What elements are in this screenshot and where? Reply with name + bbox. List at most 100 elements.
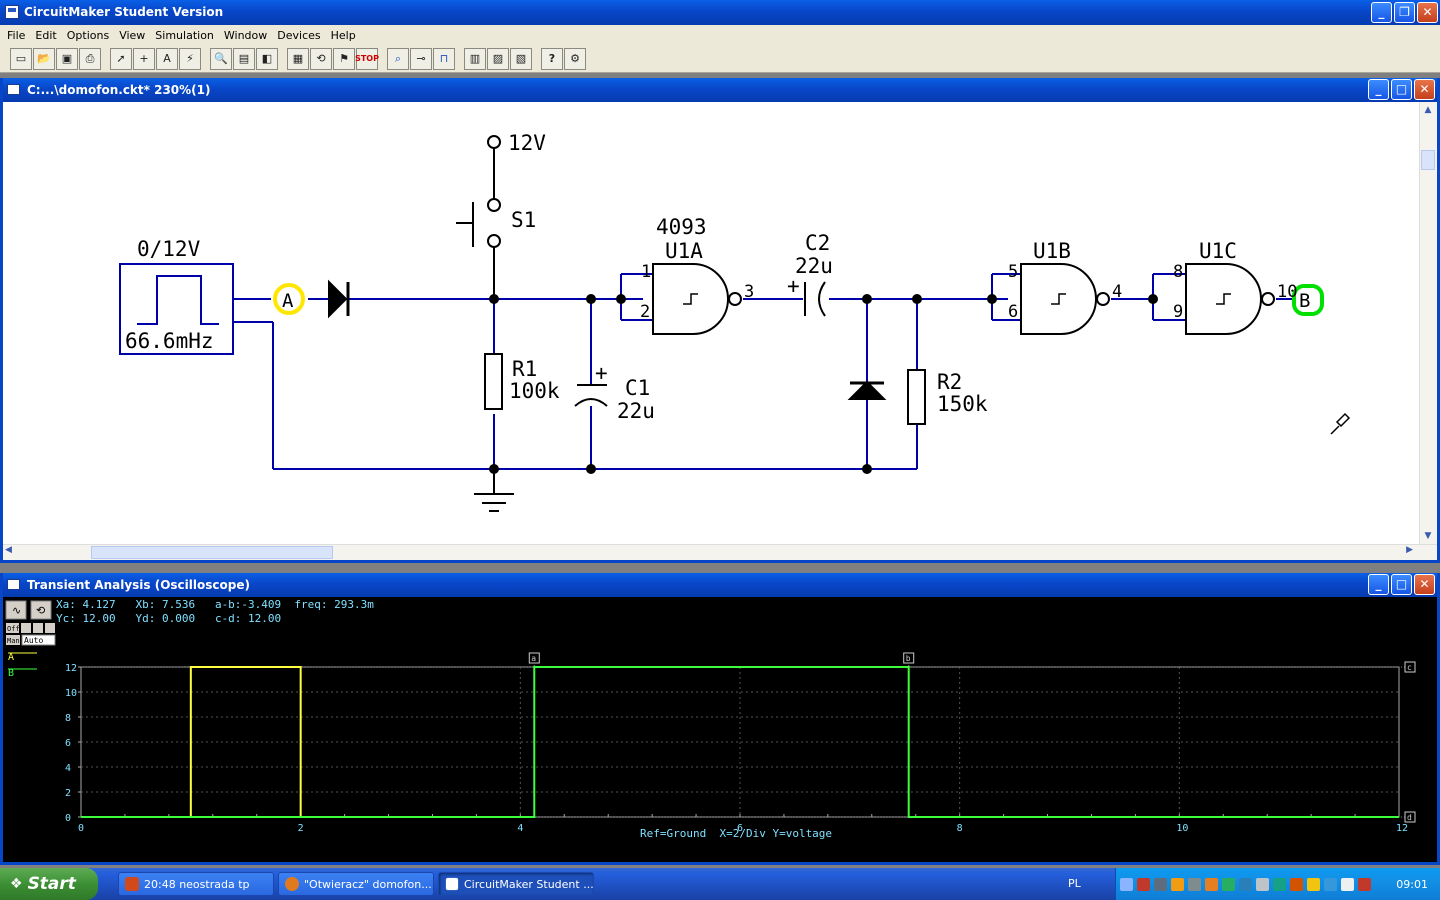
taskbar-button-neostrada[interactable]: 20:48 neostrada tp bbox=[118, 872, 274, 896]
oscilloscope-title-bar[interactable]: Transient Analysis (Oscilloscope) _ □ ✕ bbox=[3, 573, 1437, 597]
y-tick-label: 12 bbox=[65, 663, 77, 674]
oscilloscope-close-button[interactable]: ✕ bbox=[1414, 574, 1435, 595]
menu-edit[interactable]: Edit bbox=[30, 29, 61, 42]
tray-icon[interactable] bbox=[1137, 877, 1150, 891]
pin-2: 2 bbox=[640, 302, 650, 322]
tray-icon[interactable] bbox=[1324, 877, 1337, 891]
oscilloscope-plot[interactable]: ∿ ⟲ Off Man Auto Xa: 4.127 Xb: 7.536 a-b… bbox=[3, 597, 1437, 861]
macro-icon[interactable]: ▦ bbox=[287, 47, 309, 70]
auto-label: Auto bbox=[24, 636, 43, 645]
schematic-title-bar[interactable]: C:...\domofon.ckt* 230%(1) _ □ ✕ bbox=[3, 78, 1437, 102]
grid-icon[interactable]: ▥ bbox=[464, 47, 486, 70]
schematic-maximize-button[interactable]: □ bbox=[1391, 79, 1412, 100]
x-tick-label: 0 bbox=[78, 823, 84, 834]
taskbar-button-circuitmaker[interactable]: CircuitMaker Student ... bbox=[438, 872, 594, 896]
pin-3: 3 bbox=[744, 282, 754, 302]
zoom-icon[interactable]: 🔍 bbox=[210, 47, 232, 70]
horizontal-scroll-thumb[interactable] bbox=[91, 546, 333, 559]
pin-4: 4 bbox=[1112, 282, 1122, 302]
schematic-vertical-scrollbar[interactable]: ▲ ▼ bbox=[1419, 102, 1437, 544]
scroll-down-icon[interactable]: ▼ bbox=[1420, 528, 1436, 544]
menu-window[interactable]: Window bbox=[219, 29, 272, 42]
mirror-icon[interactable]: ◧ bbox=[256, 47, 278, 70]
menu-simulation[interactable]: Simulation bbox=[150, 29, 219, 42]
zoom-fit-icon[interactable]: ▤ bbox=[233, 47, 255, 70]
schematic-minimize-button[interactable]: _ bbox=[1368, 79, 1389, 100]
c2-name: C2 bbox=[805, 231, 830, 255]
schematic-close-button[interactable]: ✕ bbox=[1414, 79, 1435, 100]
tray-icon[interactable] bbox=[1171, 877, 1184, 891]
scroll-up-icon[interactable]: ▲ bbox=[1420, 102, 1436, 118]
help-icon[interactable]: ? bbox=[541, 47, 563, 70]
menu-devices[interactable]: Devices bbox=[272, 29, 325, 42]
tray-icon[interactable] bbox=[1120, 877, 1133, 891]
save-icon[interactable]: ▣ bbox=[56, 47, 78, 70]
tray-icon[interactable] bbox=[1273, 877, 1286, 891]
tray-icon[interactable] bbox=[1290, 877, 1303, 891]
language-indicator[interactable]: PL bbox=[1068, 877, 1081, 890]
schematic-canvas[interactable]: 12V S1 0/12V 66.6mHz A B R1 100k + C1 22… bbox=[3, 102, 1422, 544]
probe-tool-icon[interactable]: ⚡ bbox=[179, 47, 201, 70]
close-button[interactable]: ✕ bbox=[1417, 2, 1438, 23]
netlist-icon[interactable]: ▧ bbox=[510, 47, 532, 70]
chat-app-icon bbox=[125, 877, 139, 891]
probe-b-label: B bbox=[1299, 290, 1310, 312]
switch-label: S1 bbox=[511, 208, 536, 232]
clock[interactable]: 09:01 bbox=[1396, 878, 1428, 891]
tray-icon[interactable] bbox=[1307, 877, 1320, 891]
circuitmaker-icon bbox=[445, 877, 459, 891]
scroll-left-icon[interactable]: ◀ bbox=[5, 545, 12, 555]
toolbar: ▭ 📂 ▣ ⎙ ➚ + A ⚡ 🔍 ▤ ◧ ▦ ⟲ ⚑ STOP ⌕ ⊸ ⊓ ▥… bbox=[0, 45, 1440, 73]
menu-view[interactable]: View bbox=[114, 29, 150, 42]
scope-right-arrow-icon[interactable] bbox=[33, 623, 43, 633]
source-amplitude-label: 0/12V bbox=[137, 237, 201, 261]
minimize-button[interactable]: _ bbox=[1371, 2, 1392, 23]
mdi-area: C:...\domofon.ckt* 230%(1) _ □ ✕ 12V S1 … bbox=[0, 73, 1440, 868]
menu-file[interactable]: File bbox=[2, 29, 30, 42]
taskbar-button-browser[interactable]: "Otwieracz" domofon... bbox=[278, 872, 434, 896]
readout-line-2: Yc: 12.00 Yd: 0.000 c-d: 12.00 bbox=[56, 612, 281, 625]
tray-icon[interactable] bbox=[1205, 877, 1218, 891]
tray-icon[interactable] bbox=[1256, 877, 1269, 891]
print-icon[interactable]: ⎙ bbox=[79, 47, 101, 70]
restore-button[interactable]: ❐ bbox=[1394, 2, 1415, 23]
y-tick-label: 0 bbox=[65, 813, 71, 824]
readout-line-1: Xa: 4.127 Xb: 7.536 a-b:-3.409 freq: 293… bbox=[56, 598, 374, 611]
probe-icon[interactable]: ⌕ bbox=[387, 47, 409, 70]
text-tool-icon[interactable]: A bbox=[156, 47, 178, 70]
c2-value: 22u bbox=[795, 254, 833, 278]
schematic-horizontal-scrollbar[interactable]: ◀ ▶ bbox=[3, 544, 1437, 560]
oscilloscope-icon bbox=[7, 579, 20, 590]
scope-up-arrow-icon[interactable] bbox=[45, 623, 55, 633]
new-file-icon[interactable]: ▭ bbox=[10, 47, 32, 70]
tray-icon[interactable] bbox=[1188, 877, 1201, 891]
wire-tool-icon[interactable]: + bbox=[133, 47, 155, 70]
trace-icon[interactable]: ⊸ bbox=[410, 47, 432, 70]
scroll-right-icon[interactable]: ▶ bbox=[1406, 545, 1413, 555]
menu-options[interactable]: Options bbox=[62, 29, 114, 42]
oscilloscope-minimize-button[interactable]: _ bbox=[1368, 574, 1389, 595]
stop-icon[interactable]: STOP bbox=[355, 47, 379, 70]
open-folder-icon[interactable]: 📂 bbox=[33, 47, 55, 70]
scope-reset-icon: ⟲ bbox=[36, 604, 45, 617]
vertical-scroll-thumb[interactable] bbox=[1421, 150, 1435, 170]
tray-icon[interactable] bbox=[1358, 877, 1371, 891]
start-button[interactable]: ❖ Start bbox=[0, 868, 98, 900]
u1c-label: U1C bbox=[1199, 239, 1237, 263]
app-title-bar[interactable]: CircuitMaker Student Version _ ❐ ✕ bbox=[0, 0, 1440, 25]
bom-icon[interactable]: ▨ bbox=[487, 47, 509, 70]
rotate-icon[interactable]: ⟲ bbox=[310, 47, 332, 70]
menu-help[interactable]: Help bbox=[326, 29, 361, 42]
taskbar: ❖ Start 20:48 neostrada tp "Otwieracz" d… bbox=[0, 868, 1440, 900]
scope-left-arrow-icon[interactable] bbox=[21, 623, 31, 633]
windows-logo-icon: ❖ bbox=[10, 876, 23, 892]
tray-icon[interactable] bbox=[1239, 877, 1252, 891]
run-icon[interactable]: ⚑ bbox=[333, 47, 355, 70]
settings-icon[interactable]: ⚙ bbox=[564, 47, 586, 70]
waveform-icon[interactable]: ⊓ bbox=[433, 47, 455, 70]
arrow-tool-icon[interactable]: ➚ bbox=[110, 47, 132, 70]
tray-icon[interactable] bbox=[1222, 877, 1235, 891]
oscilloscope-maximize-button[interactable]: □ bbox=[1391, 574, 1412, 595]
tray-icon[interactable] bbox=[1341, 877, 1354, 891]
tray-icon[interactable] bbox=[1154, 877, 1167, 891]
